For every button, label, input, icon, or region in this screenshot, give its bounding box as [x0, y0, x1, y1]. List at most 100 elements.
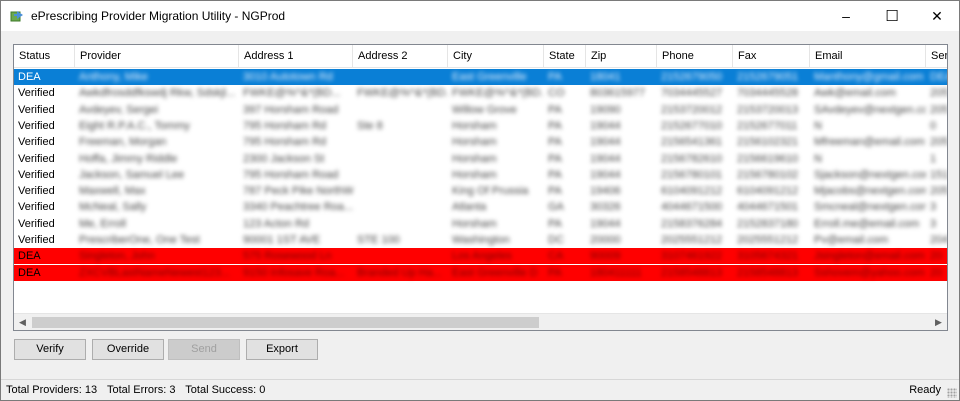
table-cell[interactable]: FWKE@%^&*(BD...: [239, 85, 353, 101]
table-cell[interactable]: CO: [544, 85, 586, 101]
table-cell[interactable]: Awk@email.com: [810, 85, 926, 101]
table-cell[interactable]: [353, 183, 448, 199]
table-cell[interactable]: Horsham: [448, 167, 544, 183]
table-cell[interactable]: PA: [544, 151, 586, 167]
table-cell[interactable]: DC: [544, 232, 586, 248]
table-cell[interactable]: 2156780101: [657, 167, 733, 183]
table-cell[interactable]: 795 Horsham Rd: [239, 134, 353, 150]
scroll-right-arrow-icon[interactable]: ▶: [930, 314, 947, 330]
table-cell[interactable]: Willow Grove: [448, 102, 544, 118]
table-cell[interactable]: Erroll.me@email.com: [810, 216, 926, 232]
table-cell[interactable]: [353, 216, 448, 232]
table-cell[interactable]: DEA: [926, 69, 947, 85]
table-cell[interactable]: Eight R.P.A.C., Tommy: [75, 118, 239, 134]
table-cell[interactable]: 1: [926, 151, 947, 167]
column-header[interactable]: Fax: [733, 45, 810, 68]
horizontal-scrollbar[interactable]: ◀ ▶: [14, 313, 947, 330]
table-cell[interactable]: 9150 Infosave Roa...: [239, 265, 353, 281]
table-cell[interactable]: 3010 Autotown Rd: [239, 69, 353, 85]
table-cell[interactable]: 2025551212: [657, 232, 733, 248]
table-cell[interactable]: 2156102321: [733, 134, 810, 150]
table-cell[interactable]: Awkdfrosddfkswdj Rkw, Sdskjl...: [75, 85, 239, 101]
table-cell[interactable]: Smcneal@nextgen.com: [810, 199, 926, 215]
table-cell[interactable]: King Of Prussia: [448, 183, 544, 199]
status-cell[interactable]: Verified: [14, 118, 75, 134]
table-cell[interactable]: Horsham: [448, 134, 544, 150]
table-cell[interactable]: SAvdeyev@nextgen.com: [810, 102, 926, 118]
table-cell[interactable]: McNeal, Sally: [75, 199, 239, 215]
table-row[interactable]: Verified Freeman, Morgan 795 Horsham Rd Hor…: [14, 134, 947, 150]
column-header[interactable]: Phone: [657, 45, 733, 68]
table-cell[interactable]: [353, 167, 448, 183]
table-cell[interactable]: 2300 Jackson St: [239, 151, 353, 167]
table-cell[interactable]: 2158548813: [657, 265, 733, 281]
table-row[interactable]: Verified Me, Erroll 123 Acton Rd Horsham PA 1…: [14, 216, 947, 232]
table-cell[interactable]: Me, Erroll: [75, 216, 239, 232]
table-cell[interactable]: 575 Rosewood Ln: [239, 248, 353, 264]
table-cell[interactable]: 2158376284: [657, 216, 733, 232]
table-row[interactable]: Verified PrescriberOne, One Test 90001 1ST…: [14, 232, 947, 248]
table-cell[interactable]: 3340 Peachtree Roa...: [239, 199, 353, 215]
column-header[interactable]: Address 2: [353, 45, 448, 68]
table-cell[interactable]: 19044: [586, 216, 657, 232]
table-cell[interactable]: 2153720012: [657, 102, 733, 118]
table-cell[interactable]: 123 Acton Rd: [239, 216, 353, 232]
scroll-left-arrow-icon[interactable]: ◀: [14, 314, 31, 330]
table-cell[interactable]: 90001 1ST AVE: [239, 232, 353, 248]
table-cell[interactable]: 204: [926, 232, 947, 248]
table-cell[interactable]: 2156541361: [657, 134, 733, 150]
provider-grid[interactable]: Status Provider Address 1 Address 2 City Stat…: [13, 44, 948, 331]
table-cell[interactable]: 180411111: [586, 265, 657, 281]
table-cell[interactable]: East Greenville D: [448, 265, 544, 281]
table-cell[interactable]: 2152837180: [733, 216, 810, 232]
table-cell[interactable]: [353, 199, 448, 215]
status-cell[interactable]: Verified: [14, 216, 75, 232]
table-cell[interactable]: Jackson, Samuel Lee: [75, 167, 239, 183]
table-cell[interactable]: 7034445528: [733, 85, 810, 101]
table-cell[interactable]: ZXCVBLastNameNewest123...: [75, 265, 239, 281]
table-cell[interactable]: 20: [926, 265, 947, 281]
table-cell[interactable]: 3107461922: [657, 248, 733, 264]
table-cell[interactable]: Mfreeman@email.com: [810, 134, 926, 150]
table-cell[interactable]: PA: [544, 118, 586, 134]
table-row[interactable]: Verified Hoffa, Jimmy Riddle 2300 Jackson …: [14, 151, 947, 167]
table-cell[interactable]: 205: [926, 102, 947, 118]
table-cell[interactable]: Los Angeles: [448, 248, 544, 264]
table-cell[interactable]: 2158548813: [733, 265, 810, 281]
table-cell[interactable]: Jsingleton@email.com: [810, 248, 926, 264]
table-cell[interactable]: 19044: [586, 134, 657, 150]
table-cell[interactable]: 795 Horsham Road: [239, 167, 353, 183]
status-cell[interactable]: Verified: [14, 85, 75, 101]
table-cell[interactable]: [353, 151, 448, 167]
table-cell[interactable]: [353, 69, 448, 85]
table-cell[interactable]: Singleton, John: [75, 248, 239, 264]
status-cell[interactable]: Verified: [14, 232, 75, 248]
table-cell[interactable]: 4044671501: [733, 199, 810, 215]
table-cell[interactable]: PA: [544, 265, 586, 281]
status-cell[interactable]: Verified: [14, 199, 75, 215]
status-cell[interactable]: Verified: [14, 102, 75, 118]
status-cell[interactable]: Verified: [14, 183, 75, 199]
verify-button[interactable]: Verify: [14, 339, 86, 360]
table-cell[interactable]: 18041: [586, 69, 657, 85]
table-cell[interactable]: 20000: [586, 232, 657, 248]
table-cell[interactable]: 803615977: [586, 85, 657, 101]
status-cell[interactable]: DEA: [14, 265, 75, 281]
table-cell[interactable]: Sjackson@nextgen.com: [810, 167, 926, 183]
table-cell[interactable]: 30326: [586, 199, 657, 215]
table-cell[interactable]: FWKE@%^&*(BD...: [448, 85, 544, 101]
table-row[interactable]: Verified Avdeyev, Sergei 397 Horsham Road W…: [14, 102, 947, 118]
column-header[interactable]: Provider: [75, 45, 239, 68]
table-cell[interactable]: 4044671500: [657, 199, 733, 215]
table-cell[interactable]: 19090: [586, 102, 657, 118]
table-cell[interactable]: CA: [544, 248, 586, 264]
table-cell[interactable]: Pv@email.com: [810, 232, 926, 248]
table-cell[interactable]: 3: [926, 216, 947, 232]
minimize-button[interactable]: –: [823, 1, 869, 31]
maximize-button[interactable]: ☐: [869, 1, 915, 31]
column-header[interactable]: Zip: [586, 45, 657, 68]
column-header[interactable]: Status: [14, 45, 75, 68]
table-cell[interactable]: 151: [926, 167, 947, 183]
table-cell[interactable]: 20: [926, 248, 947, 264]
column-header[interactable]: City: [448, 45, 544, 68]
